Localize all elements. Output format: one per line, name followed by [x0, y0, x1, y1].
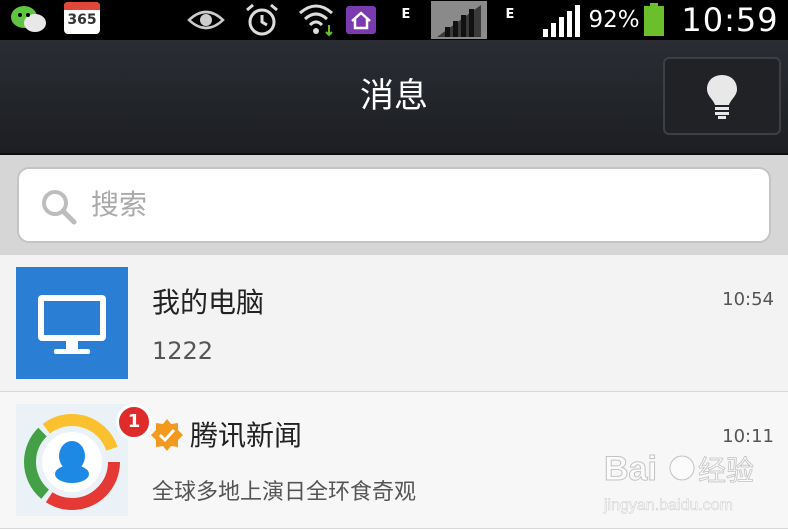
- avatar: [16, 267, 128, 379]
- avatar: 1: [16, 404, 152, 516]
- svg-text:jingyan.baidu.com: jingyan.baidu.com: [603, 497, 733, 514]
- title-bar: 消息: [0, 40, 788, 155]
- unread-badge: 1: [116, 404, 152, 440]
- signal-icon: [430, 0, 488, 40]
- tencent-news-logo: [24, 414, 120, 510]
- search-icon: [42, 190, 77, 225]
- chat-preview: 全球多地上演日全环食奇观: [152, 480, 417, 505]
- verified-badge-icon: [151, 419, 183, 451]
- wechat-icon: [8, 0, 50, 40]
- lightbulb-icon: [707, 75, 737, 119]
- chat-name: 腾讯新闻: [190, 419, 303, 452]
- alarm-icon: [242, 0, 282, 40]
- wifi-icon: [294, 0, 338, 40]
- network-type-label-2: E: [505, 6, 515, 22]
- battery-icon: [644, 3, 664, 36]
- lightbulb-button[interactable]: [663, 57, 781, 135]
- network-type-label: E: [401, 6, 411, 22]
- eye-icon: [186, 0, 226, 40]
- clock-time: 10:59: [681, 1, 779, 39]
- home-icon: [344, 0, 378, 40]
- svg-text:Bai: Bai: [604, 450, 657, 488]
- baidu-jingyan-watermark: Bai 经验 jingyan.baidu.com: [603, 450, 755, 515]
- search-placeholder: 搜索: [91, 188, 148, 221]
- signal-strength-icon: [540, 0, 582, 40]
- status-bar: 365 E E 92% 10:59: [0, 0, 788, 40]
- search-area: 搜索: [0, 155, 788, 255]
- svg-text:经验: 经验: [698, 454, 754, 487]
- battery-percent: 92%: [588, 7, 640, 33]
- chat-preview: 1222: [152, 337, 214, 365]
- chat-time: 10:54: [722, 289, 774, 310]
- chat-name: 我的电脑: [152, 286, 265, 319]
- search-input[interactable]: 搜索: [17, 167, 771, 243]
- chat-item-my-computer[interactable]: 我的电脑 1222 10:54: [0, 255, 788, 392]
- computer-icon: [38, 295, 106, 354]
- calendar-icon: 365: [64, 2, 100, 34]
